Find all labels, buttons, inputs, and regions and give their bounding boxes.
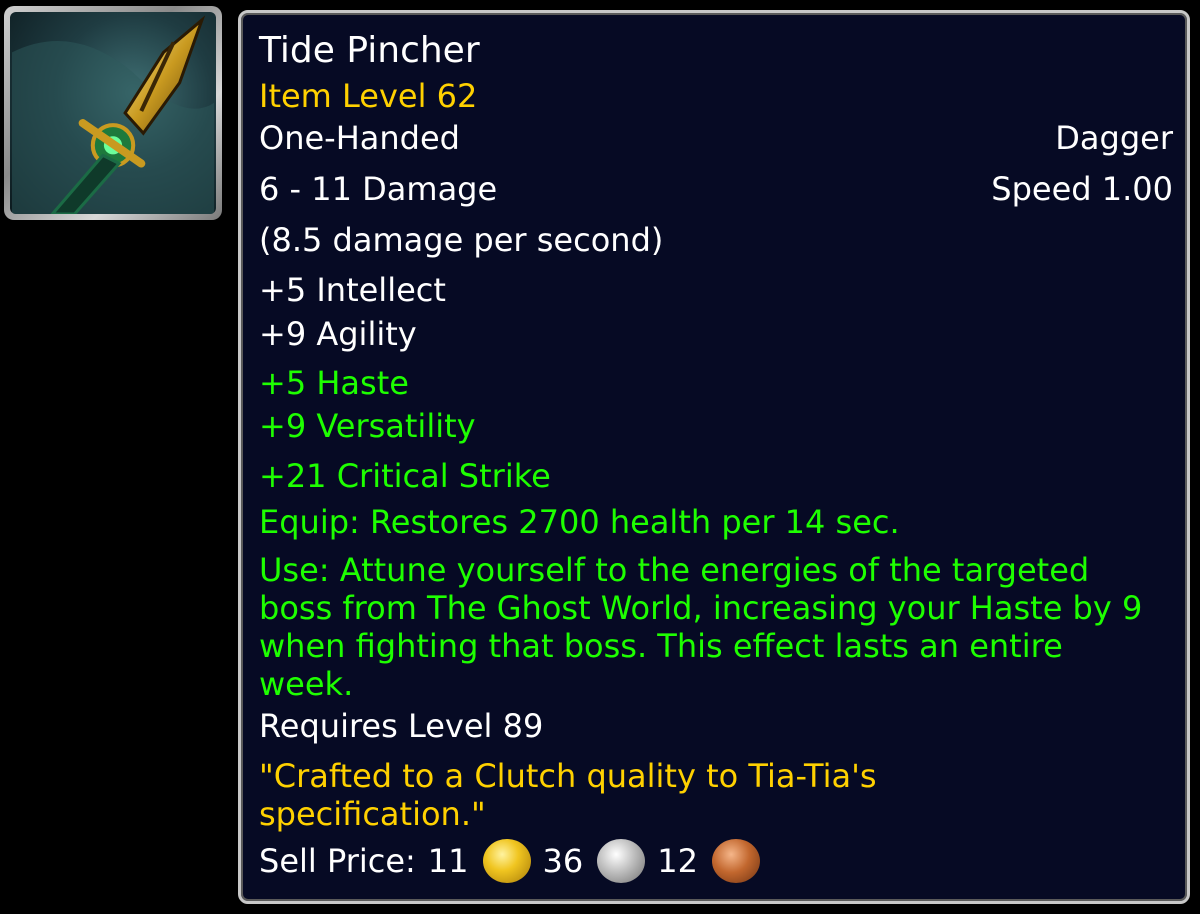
- stat-haste: +5 Haste: [259, 364, 409, 402]
- equip-effect: Equip: Restores 2700 health per 14 sec.: [259, 503, 900, 541]
- use-effect: Use: Attune yourself to the energies of …: [259, 551, 1143, 703]
- stat-agility: +9 Agility: [259, 315, 417, 353]
- item-name: Tide Pincher: [259, 30, 480, 71]
- flavor-text: "Crafted to a Clutch quality to Tia-Tia'…: [259, 757, 877, 833]
- stat-critical-strike: +21 Critical Strike: [259, 457, 551, 495]
- stat-versatility: +9 Versatility: [259, 407, 476, 445]
- stat-intellect: +5 Intellect: [259, 271, 446, 309]
- item-dps: (8.5 damage per second): [259, 221, 664, 259]
- sell-price: Sell Price: 11 36 12: [259, 839, 772, 883]
- dagger-icon: [10, 12, 216, 214]
- item-damage: 6 - 11 Damage: [259, 170, 498, 208]
- silver-amount: 36: [542, 842, 584, 880]
- copper-amount: 12: [657, 842, 698, 880]
- copper-coin-icon: [711, 839, 760, 883]
- item-speed: Speed 1.00: [991, 170, 1173, 208]
- gold-amount: 11: [427, 842, 469, 880]
- sell-price-label: Sell Price:: [259, 842, 416, 880]
- item-icon-frame[interactable]: [4, 6, 222, 220]
- item-type: Dagger: [1055, 119, 1173, 157]
- gold-coin-icon: [482, 839, 531, 883]
- required-level: Requires Level 89: [259, 707, 544, 745]
- item-tooltip: Tide Pincher Item Level 62 One-Handed Da…: [238, 10, 1190, 904]
- silver-coin-icon: [597, 839, 646, 883]
- item-slot: One-Handed: [259, 119, 460, 157]
- item-level: Item Level 62: [259, 77, 478, 115]
